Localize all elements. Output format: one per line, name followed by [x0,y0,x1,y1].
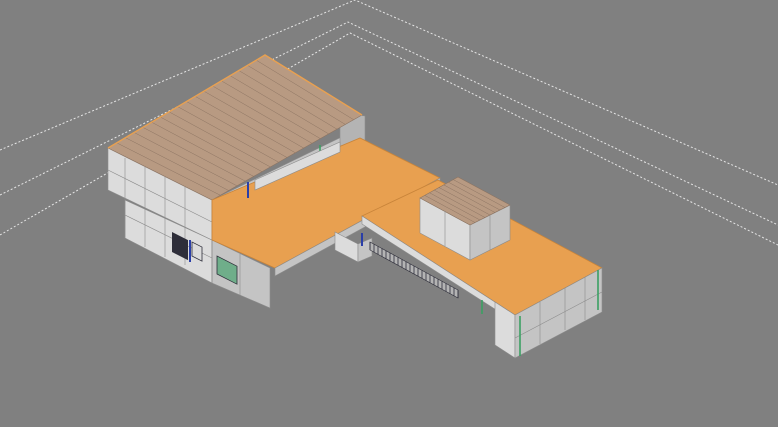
cad-viewport[interactable] [0,0,778,427]
viewport-canvas[interactable] [0,0,778,427]
